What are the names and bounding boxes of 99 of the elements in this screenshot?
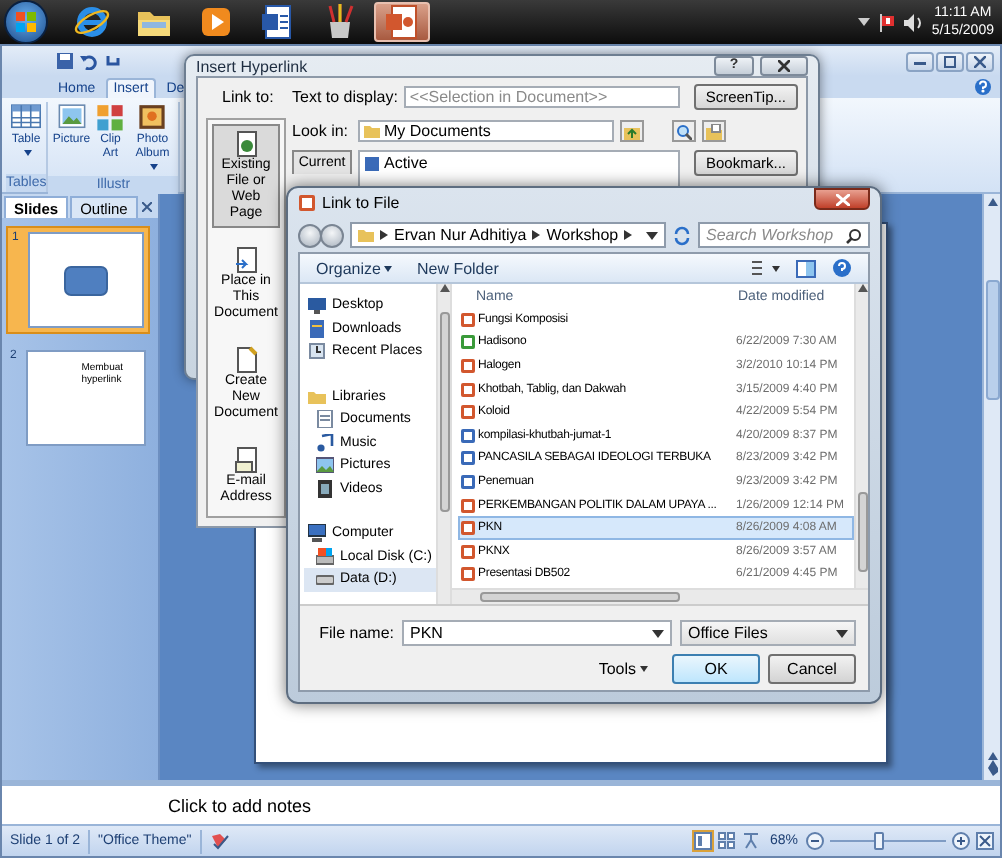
maximize-icon <box>944 55 956 67</box>
normal-view-icon <box>693 832 712 850</box>
zoom-in-icon[interactable] <box>952 832 970 850</box>
four-squares-icon <box>14 10 38 34</box>
web-search-button[interactable] <box>672 120 696 142</box>
computer-icon <box>308 524 326 543</box>
scrollbar[interactable] <box>982 194 1000 780</box>
save-icon[interactable] <box>56 52 74 70</box>
view-button[interactable] <box>715 830 738 852</box>
dropdown-icon <box>652 629 664 637</box>
documents-icon <box>316 410 334 429</box>
view-button[interactable] <box>691 830 714 852</box>
spreadsheet-file-icon <box>460 334 476 351</box>
slide-sorter-icon <box>717 832 736 850</box>
minimize-icon <box>914 57 926 65</box>
photo-album-icon <box>136 102 169 132</box>
close-button[interactable] <box>760 56 808 76</box>
drive-icon <box>316 570 334 589</box>
caret-icon[interactable] <box>857 16 870 28</box>
videos-icon <box>316 479 334 498</box>
look-in-dropdown[interactable]: My Documents <box>358 120 614 142</box>
search-field[interactable]: Search Workshop <box>698 222 870 248</box>
close-icon <box>974 55 986 67</box>
up-folder-button[interactable] <box>620 120 644 142</box>
play-icon <box>196 2 236 42</box>
table-icon <box>10 102 42 132</box>
hard-disk-icon <box>316 547 334 566</box>
rounded-rectangle-drawing <box>63 265 108 295</box>
back-button[interactable] <box>298 223 322 247</box>
new-folder-button[interactable]: New Folder <box>416 259 499 277</box>
start-button[interactable] <box>4 0 48 44</box>
close-button[interactable] <box>966 51 994 71</box>
recent-places-icon <box>308 342 326 361</box>
new-document-icon <box>232 346 260 374</box>
envelope-icon <box>232 446 260 474</box>
browse-file-button[interactable] <box>702 120 726 142</box>
scroll-up-icon <box>987 198 997 206</box>
close-icon[interactable] <box>142 201 152 211</box>
document-icon <box>232 130 260 158</box>
view-options-icon[interactable] <box>752 260 780 276</box>
presentation-file-icon <box>460 311 476 328</box>
minimize-button[interactable] <box>906 51 934 71</box>
zoom-out-icon[interactable] <box>806 832 824 850</box>
scrollbar[interactable] <box>436 284 450 604</box>
chevron-icon <box>380 230 388 240</box>
folder-icon <box>364 124 380 138</box>
help-icon[interactable] <box>974 78 992 96</box>
field-label: Look in: <box>292 122 351 140</box>
chevron-icon <box>532 230 541 240</box>
cancel-button[interactable]: Cancel <box>768 654 856 684</box>
document-icon <box>364 155 380 171</box>
file-name-field[interactable]: PKN <box>402 620 672 646</box>
breadcrumb-item[interactable]: Workshop <box>546 226 619 244</box>
field-label: Text to display: <box>292 88 398 106</box>
picture-icon <box>55 102 88 132</box>
spelling-icon[interactable] <box>209 832 230 850</box>
close-icon <box>835 193 849 205</box>
ok-button[interactable]: OK <box>672 654 760 684</box>
dialog-title: Insert Hyperlink <box>196 57 308 75</box>
breadcrumb-item[interactable]: Ervan Nur Adhitiya <box>394 226 527 244</box>
downloads-icon <box>308 319 326 338</box>
app-icon <box>298 194 316 212</box>
flag-icon[interactable] <box>877 13 896 31</box>
tools-button[interactable]: Tools <box>598 660 648 678</box>
file-type-dropdown[interactable]: Office Files <box>680 620 856 646</box>
chevron-icon <box>624 230 633 240</box>
desktop-icon <box>308 296 326 315</box>
refresh-icon[interactable] <box>672 225 692 245</box>
globe-icon <box>72 2 112 42</box>
undo-icon[interactable] <box>80 52 98 70</box>
restore-button[interactable] <box>936 51 964 71</box>
close-button[interactable] <box>814 188 870 210</box>
field-label: Link to: <box>220 88 276 106</box>
zoom-slider[interactable] <box>874 832 885 850</box>
close-icon <box>778 60 790 72</box>
organize-button[interactable]: Organize <box>316 259 393 277</box>
library-icon <box>308 387 326 406</box>
field-label: File name: <box>319 624 394 642</box>
scrollbar[interactable] <box>452 588 868 604</box>
slide-show-icon <box>741 832 760 850</box>
clip-art-icon <box>94 102 127 132</box>
slide-document-icon <box>382 2 422 42</box>
search-icon <box>846 227 862 243</box>
view-button[interactable] <box>739 830 762 852</box>
scrollbar[interactable] <box>854 284 868 588</box>
help-icon[interactable] <box>832 258 852 278</box>
preview-pane-icon[interactable] <box>796 259 816 277</box>
dialog-title: Link to File <box>322 194 400 212</box>
text-to-display-field[interactable]: <<Selection in Document>> <box>403 86 680 108</box>
fit-window-icon[interactable] <box>976 832 994 850</box>
address-bar[interactable]: Ervan Nur Adhitiya Workshop <box>350 222 666 248</box>
notes-placeholder[interactable]: Click to add notes <box>168 795 312 815</box>
dropdown-icon <box>836 629 848 637</box>
speaker-icon[interactable] <box>903 13 924 31</box>
pictures-icon <box>316 456 334 475</box>
scroll-down-icon <box>987 752 997 776</box>
music-icon <box>316 433 334 452</box>
forward-button[interactable] <box>320 223 344 247</box>
list-item[interactable]: Active <box>384 154 428 172</box>
